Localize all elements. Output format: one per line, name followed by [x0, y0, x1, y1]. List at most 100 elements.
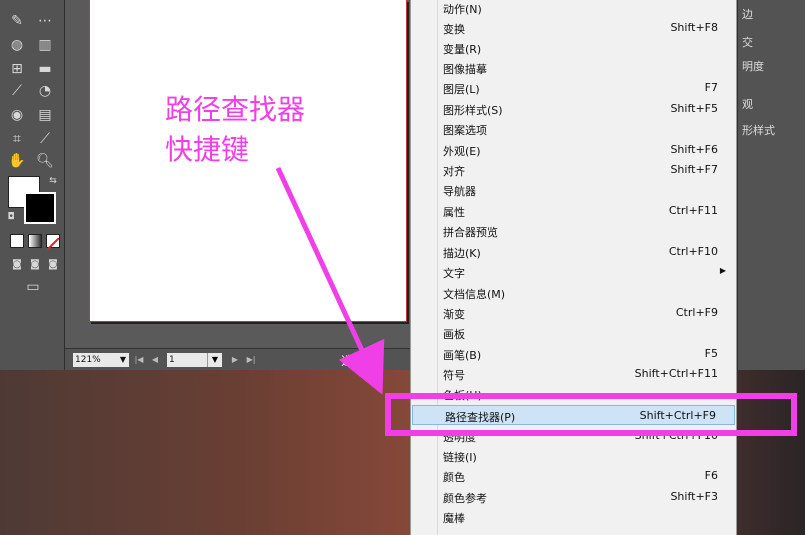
menu-item-shortcut: Ctrl+F9	[675, 306, 718, 319]
eyedropper-icon[interactable]: ⟋	[6, 82, 28, 100]
none-slash-icon	[46, 237, 60, 251]
artboard-dropdown-icon[interactable]: ▼	[207, 353, 222, 367]
menu-item[interactable]: 对齐 Shift+F7	[411, 160, 736, 180]
panel-label[interactable]: 观	[742, 96, 753, 112]
artboard-number-field[interactable]: 1	[167, 353, 207, 367]
artboard-tool-icon[interactable]: ⌗	[6, 130, 28, 148]
shape-builder-icon[interactable]: ◍	[6, 36, 28, 54]
panel-label[interactable]: 明度	[742, 58, 764, 74]
menu-item[interactable]: 变量(R)	[411, 38, 736, 58]
canvas-area[interactable]	[65, 0, 410, 348]
annotation-highlight-box	[385, 393, 797, 436]
annotation-line: 路径查找器	[165, 93, 306, 126]
panel-label[interactable]: 形样式	[742, 122, 775, 138]
slice-tool-icon[interactable]: ⟋	[34, 130, 56, 148]
symbol-tool-icon[interactable]: ◉	[6, 106, 28, 124]
gradient-tool-icon[interactable]: ▬	[34, 60, 56, 78]
color-mode-icon[interactable]	[10, 234, 24, 248]
menu-item[interactable]: 图案选项	[411, 119, 736, 139]
zoom-tool-icon[interactable]: 🔍︎	[34, 152, 56, 170]
mesh-tool-icon[interactable]: ⊞	[6, 60, 28, 78]
right-panel: 边 交 明度 观 形样式	[737, 0, 805, 370]
menu-item-label: 文档信息(M)	[443, 288, 506, 301]
menu-item[interactable]: 属性 Ctrl+F11	[411, 201, 736, 221]
submenu-arrow-icon: ▶	[719, 266, 726, 275]
menu-item-label: 文字	[443, 267, 465, 280]
menu-item[interactable]: 颜色参考 Shift+F3	[411, 487, 736, 507]
gradient-mode-icon[interactable]	[28, 234, 42, 248]
menu-item-label: 动作(N)	[443, 3, 482, 16]
annotation-line: 快捷键	[165, 133, 250, 166]
menu-item-label: 渐变	[443, 308, 465, 321]
menu-item[interactable]: 画笔(B) F5	[411, 344, 736, 364]
menu-item-label: 链接(I)	[443, 451, 477, 464]
next-artboard-icon[interactable]: ▶	[229, 353, 241, 367]
blend-icon[interactable]: ◔	[34, 82, 56, 100]
menu-item[interactable]: 图形样式(S) Shift+F5	[411, 99, 736, 119]
swap-colors-icon[interactable]: ⇆	[42, 172, 64, 190]
menu-item[interactable]: 链接(I)	[411, 446, 736, 466]
menu-item-shortcut: Ctrl+F10	[668, 245, 718, 258]
none-mode-icon[interactable]	[46, 234, 60, 251]
stroke-swatch[interactable]	[24, 192, 56, 224]
menu-item-shortcut: Shift+F3	[670, 490, 718, 503]
panel-label[interactable]: 边	[742, 6, 753, 22]
menu-item[interactable]: 渐变 Ctrl+F9	[411, 303, 736, 323]
menu-item-label: 导航器	[443, 185, 476, 198]
tools-panel: ✎ ⋯ ◍ ▥ ⊞ ▬ ⟋ ◔ ◉ ▤ ⌗ ⟋ ✋ 🔍︎ ◘ ⇆ ◙ ◙ ◙ ▭	[0, 0, 65, 370]
menu-item-label: 属性	[443, 206, 465, 219]
menu-item[interactable]: 拼合器预览	[411, 221, 736, 241]
menu-item-label: 画笔(B)	[443, 349, 482, 362]
window-menu: 动作(N) 变换 Shift+F8 变量(R) 图像描摹 图层(L) F7 图形样式…	[410, 0, 737, 535]
draw-inside-icon[interactable]: ◙	[42, 256, 64, 274]
menu-item[interactable]: 魔棒	[411, 507, 736, 527]
menu-item-shortcut: F5	[704, 347, 718, 360]
menu-item-label: 图案选项	[443, 124, 487, 137]
menu-item[interactable]: 颜色 F6	[411, 466, 736, 486]
menu-item-label: 对齐	[443, 165, 465, 178]
menu-item[interactable]: 图层(L) F7	[411, 78, 736, 98]
menu-item-shortcut: F7	[704, 81, 718, 94]
graph-tool-icon[interactable]: ▤	[34, 106, 56, 124]
menu-item-label: 魔棒	[443, 512, 465, 525]
default-colors-icon[interactable]: ◘	[0, 208, 22, 226]
menu-item[interactable]: 导航器	[411, 180, 736, 200]
menu-item[interactable]: 文档信息(M)	[411, 283, 736, 303]
menu-item-shortcut: Shift+F8	[670, 21, 718, 34]
menu-item-submenu[interactable]: 文字 ▶	[411, 262, 736, 282]
menu-item-label: 颜色参考	[443, 492, 487, 505]
menu-item-label: 图形样式(S)	[443, 104, 503, 117]
menu-item-shortcut: Shift+Ctrl+F11	[634, 367, 718, 380]
menu-item-label: 描边(K)	[443, 247, 481, 260]
menu-item-label: 符号	[443, 369, 465, 382]
panel-label[interactable]: 交	[742, 34, 753, 50]
symbol-sprayer-icon[interactable]: ⋯	[34, 12, 56, 30]
menu-item[interactable]: 画板	[411, 323, 736, 343]
menu-item-label: 拼合器预览	[443, 226, 498, 239]
first-artboard-icon[interactable]: |◀	[133, 353, 145, 367]
menu-item-label: 变换	[443, 23, 465, 36]
menu-item-shortcut: Ctrl+F11	[668, 204, 718, 217]
zoom-field[interactable]: 121%	[73, 353, 117, 367]
menu-item-label: 图像描摹	[443, 63, 487, 76]
column-graph-icon[interactable]: ▥	[34, 36, 56, 54]
menu-item[interactable]: 符号 Shift+Ctrl+F11	[411, 364, 736, 384]
status-text: 选择	[341, 354, 366, 368]
menu-item-label: 颜色	[443, 471, 465, 484]
annotation-text: 路径查找器 快捷键	[165, 90, 305, 170]
zoom-dropdown-icon[interactable]: ▼	[117, 353, 129, 367]
menu-item[interactable]: 动作(N)	[411, 0, 736, 18]
screen-mode-icon[interactable]: ▭	[22, 278, 44, 296]
prev-artboard-icon[interactable]: ◀	[149, 353, 161, 367]
menu-item[interactable]: 外观(E) Shift+F6	[411, 140, 736, 160]
menu-item-label: 外观(E)	[443, 145, 481, 158]
hand-tool-icon[interactable]: ✋	[6, 152, 28, 170]
menu-item-shortcut: Shift+F5	[670, 102, 718, 115]
menu-item[interactable]: 描边(K) Ctrl+F10	[411, 242, 736, 262]
blend-tool-icon[interactable]: ✎	[6, 12, 28, 30]
status-bar: 121% ▼ |◀ ◀ 1 ▼ ▶ ▶| 选择	[65, 348, 410, 371]
menu-item-shortcut: Shift+F6	[670, 143, 718, 156]
menu-item[interactable]: 图像描摹	[411, 58, 736, 78]
menu-item[interactable]: 变换 Shift+F8	[411, 18, 736, 38]
last-artboard-icon[interactable]: ▶|	[245, 353, 257, 367]
